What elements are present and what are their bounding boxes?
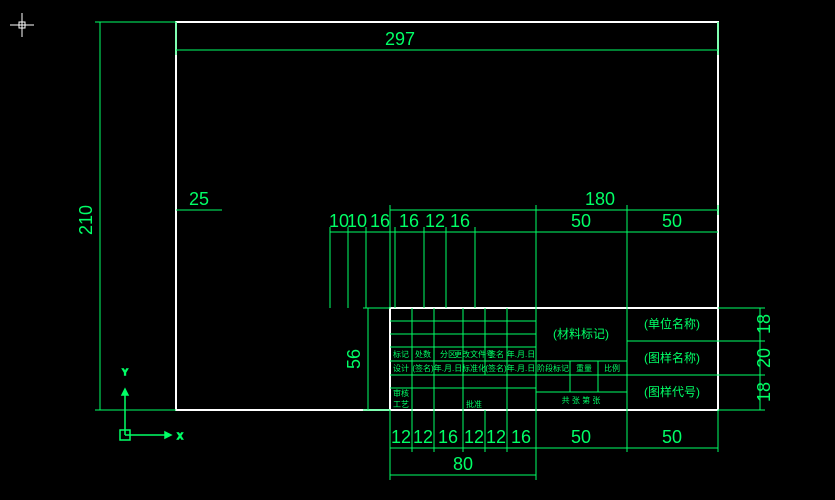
dim-56-text: 56 <box>344 349 364 369</box>
svg-text:18: 18 <box>754 382 774 402</box>
svg-text:16: 16 <box>370 211 390 231</box>
cursor-crosshair <box>10 13 34 37</box>
hdr-date: 年.月.日 <box>507 349 535 359</box>
dim-180-text: 180 <box>585 189 615 209</box>
svg-text:50: 50 <box>662 211 682 231</box>
dim-297-text: 297 <box>385 29 415 49</box>
svg-text:12: 12 <box>486 427 506 447</box>
lbl-sheets: 共 张 第 张 <box>562 395 601 405</box>
svg-text:50: 50 <box>662 427 682 447</box>
hdr-approve: 批准 <box>466 399 482 409</box>
hdr-std-date: 年.月.日 <box>507 363 535 373</box>
svg-text:16: 16 <box>438 427 458 447</box>
svg-text:16: 16 <box>450 211 470 231</box>
svg-text:20: 20 <box>754 348 774 368</box>
svg-text:Y: Y <box>122 368 128 377</box>
lbl-material: (材料标记) <box>553 327 609 341</box>
hdr-check: 审核 <box>393 388 409 398</box>
hdr-std-sign: (签名) <box>485 363 507 373</box>
dim-80-text: 80 <box>453 454 473 474</box>
lbl-company: (单位名称) <box>644 316 700 331</box>
hdr-design-date: 年.月.日 <box>434 363 462 373</box>
hdr-count: 处数 <box>415 349 431 359</box>
dim-210-text: 210 <box>76 205 96 235</box>
svg-text:50: 50 <box>571 427 591 447</box>
svg-text:12: 12 <box>391 427 411 447</box>
svg-text:16: 16 <box>399 211 419 231</box>
svg-text:X: X <box>177 432 183 441</box>
dim-210 <box>95 22 176 410</box>
dim-56 <box>363 308 390 410</box>
lbl-stage: 阶段标记 <box>537 363 569 373</box>
dim-297 <box>176 22 718 55</box>
svg-text:16: 16 <box>511 427 531 447</box>
svg-text:10: 10 <box>347 211 367 231</box>
hdr-design: 设计 <box>393 363 409 373</box>
ucs-icon: Y X <box>120 368 183 441</box>
svg-text:12: 12 <box>464 427 484 447</box>
lbl-drawno: (图样代号) <box>644 384 700 399</box>
hdr-design-sign: (签名) <box>412 363 434 373</box>
dims-top-cols <box>330 227 718 308</box>
svg-text:12: 12 <box>425 211 445 231</box>
hdr-tech: 工艺 <box>393 400 409 409</box>
lbl-weight: 重量 <box>576 363 592 373</box>
title-block: 标记 处数 分区 更改文件号 签名 年.月.日 设计 (签名) 年.月.日 标准… <box>390 308 718 410</box>
dim-25-text: 25 <box>189 189 209 209</box>
lbl-drawname: (图样名称) <box>644 350 700 365</box>
hdr-mark: 标记 <box>393 349 409 359</box>
hdr-std: 标准化 <box>462 363 486 373</box>
hdr-sign: 签名 <box>488 349 504 359</box>
lbl-scale: 比例 <box>604 363 620 373</box>
svg-text:50: 50 <box>571 211 591 231</box>
svg-text:12: 12 <box>413 427 433 447</box>
svg-text:18: 18 <box>754 314 774 334</box>
